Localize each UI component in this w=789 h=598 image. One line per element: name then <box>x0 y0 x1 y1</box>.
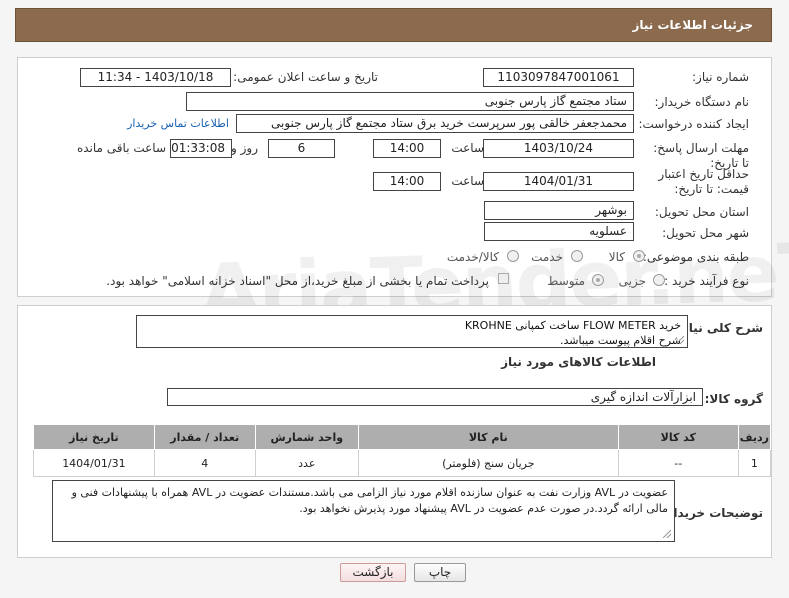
col-need-date: تاریخ نیاز <box>33 424 155 450</box>
contact-info-link[interactable]: اطلاعات تماس خریدار <box>127 117 229 130</box>
remaining-time-field: 01:33:08 <box>170 139 232 158</box>
col-row: ردیف <box>737 424 772 450</box>
creator-label: ایجاد کننده درخواست: <box>638 117 749 131</box>
goods-section-title: اطلاعات کالاهای مورد نیاز <box>501 355 656 369</box>
description-textarea[interactable]: خرید FLOW METER ساخت کمپانی KROHNE شرح ا… <box>136 315 688 348</box>
creator-field: محمدجعفر خالقی پور سرپرست خرید برق ستاد … <box>236 114 634 133</box>
process-label: نوع فرآیند خرید : <box>664 274 749 288</box>
cell-quantity: 4 <box>153 449 256 477</box>
print-button[interactable]: چاپ <box>414 563 466 582</box>
process-option-medium: متوسط <box>547 274 585 288</box>
city-label: شهر محل تحویل: <box>662 226 749 240</box>
description-line-1: خرید FLOW METER ساخت کمپانی KROHNE <box>464 319 681 332</box>
process-radio-medium[interactable] <box>592 274 604 286</box>
remaining-label: ساعت باقی مانده <box>76 141 166 155</box>
treasury-payment-checkbox[interactable] <box>498 273 509 284</box>
deadline-date-field: 1403/10/24 <box>483 139 634 158</box>
validity-time-label: ساعت <box>451 174 484 188</box>
deadline-time-field: 14:00 <box>373 139 441 158</box>
announce-field: 1403/10/18 - 11:34 <box>80 68 231 87</box>
col-name: نام کالا <box>357 424 619 450</box>
cell-name: جریان سنج (فلومتر) <box>357 449 619 477</box>
deadline-time-label: ساعت <box>451 141 484 155</box>
category-radio-service[interactable] <box>571 250 583 262</box>
days-field: 6 <box>268 139 335 158</box>
resize-grip-icon[interactable] <box>663 530 671 538</box>
page-title: جزئیات اطلاعات نیاز <box>632 18 753 32</box>
goods-table-header: ردیف کد کالا نام کالا واحد شمارش تعداد /… <box>33 424 772 450</box>
validity-time-field: 14:00 <box>373 172 441 191</box>
cell-code: -- <box>617 449 739 477</box>
validity-date-field: 1404/01/31 <box>483 172 634 191</box>
cell-row: 1 <box>737 449 772 477</box>
page-header: جزئیات اطلاعات نیاز <box>15 8 772 42</box>
category-radio-goods-service[interactable] <box>507 250 519 262</box>
category-label: طبقه بندی موضوعی: <box>642 250 749 264</box>
buyer-org-label: نام دستگاه خریدار: <box>654 95 750 109</box>
buyer-notes-text: عضویت در AVL وزارت نفت به عنوان سازنده ا… <box>71 486 668 515</box>
need-number-field: 1103097847001061 <box>483 68 634 87</box>
validity-label: حداقل تاریخ اعتبار قیمت: تا تاریخ: <box>658 167 749 196</box>
table-row: 1 -- جریان سنج (فلومتر) عدد 4 1404/01/31 <box>33 449 772 477</box>
buyer-notes-label: توضیحات خریدار: <box>661 506 763 520</box>
buyer-org-field: ستاد مجتمع گاز پارس جنوبی <box>186 92 634 111</box>
category-option-service: خدمت <box>531 250 563 264</box>
resize-grip-icon[interactable] <box>676 336 684 344</box>
province-label: استان محل تحویل: <box>654 205 749 219</box>
description-label: شرح کلی نیاز: <box>677 321 763 335</box>
back-button[interactable]: بازگشت <box>340 563 406 582</box>
days-label: روز و <box>231 141 258 155</box>
city-field: عسلویه <box>484 222 634 241</box>
announce-label: تاریخ و ساعت اعلان عمومی: <box>233 70 378 84</box>
description-line-2: شرح اقلام پیوست میباشد. <box>559 334 681 347</box>
process-option-minor: جزیی <box>618 274 646 288</box>
province-field: بوشهر <box>484 201 634 220</box>
need-number-label: شماره نیاز: <box>692 70 749 84</box>
category-option-goods-service: کالا/خدمت <box>446 250 499 264</box>
goods-table: ردیف کد کالا نام کالا واحد شمارش تعداد /… <box>33 424 772 477</box>
col-unit: واحد شمارش <box>254 424 359 450</box>
treasury-payment-note: پرداخت تمام یا بخشی از مبلغ خرید،از محل … <box>106 274 489 288</box>
buyer-notes-textarea[interactable]: عضویت در AVL وزارت نفت به عنوان سازنده ا… <box>52 480 675 542</box>
goods-group-field: ابزارآلات اندازه گیری <box>167 388 703 406</box>
cell-need-date: 1404/01/31 <box>33 449 155 477</box>
goods-group-label: گروه کالا: <box>704 392 763 406</box>
col-code: کد کالا <box>617 424 739 450</box>
col-quantity: تعداد / مقدار <box>153 424 256 450</box>
process-radio-minor[interactable] <box>653 274 665 286</box>
category-option-goods: کالا <box>608 250 625 264</box>
category-radio-goods[interactable] <box>633 250 645 262</box>
cell-unit: عدد <box>254 449 359 477</box>
